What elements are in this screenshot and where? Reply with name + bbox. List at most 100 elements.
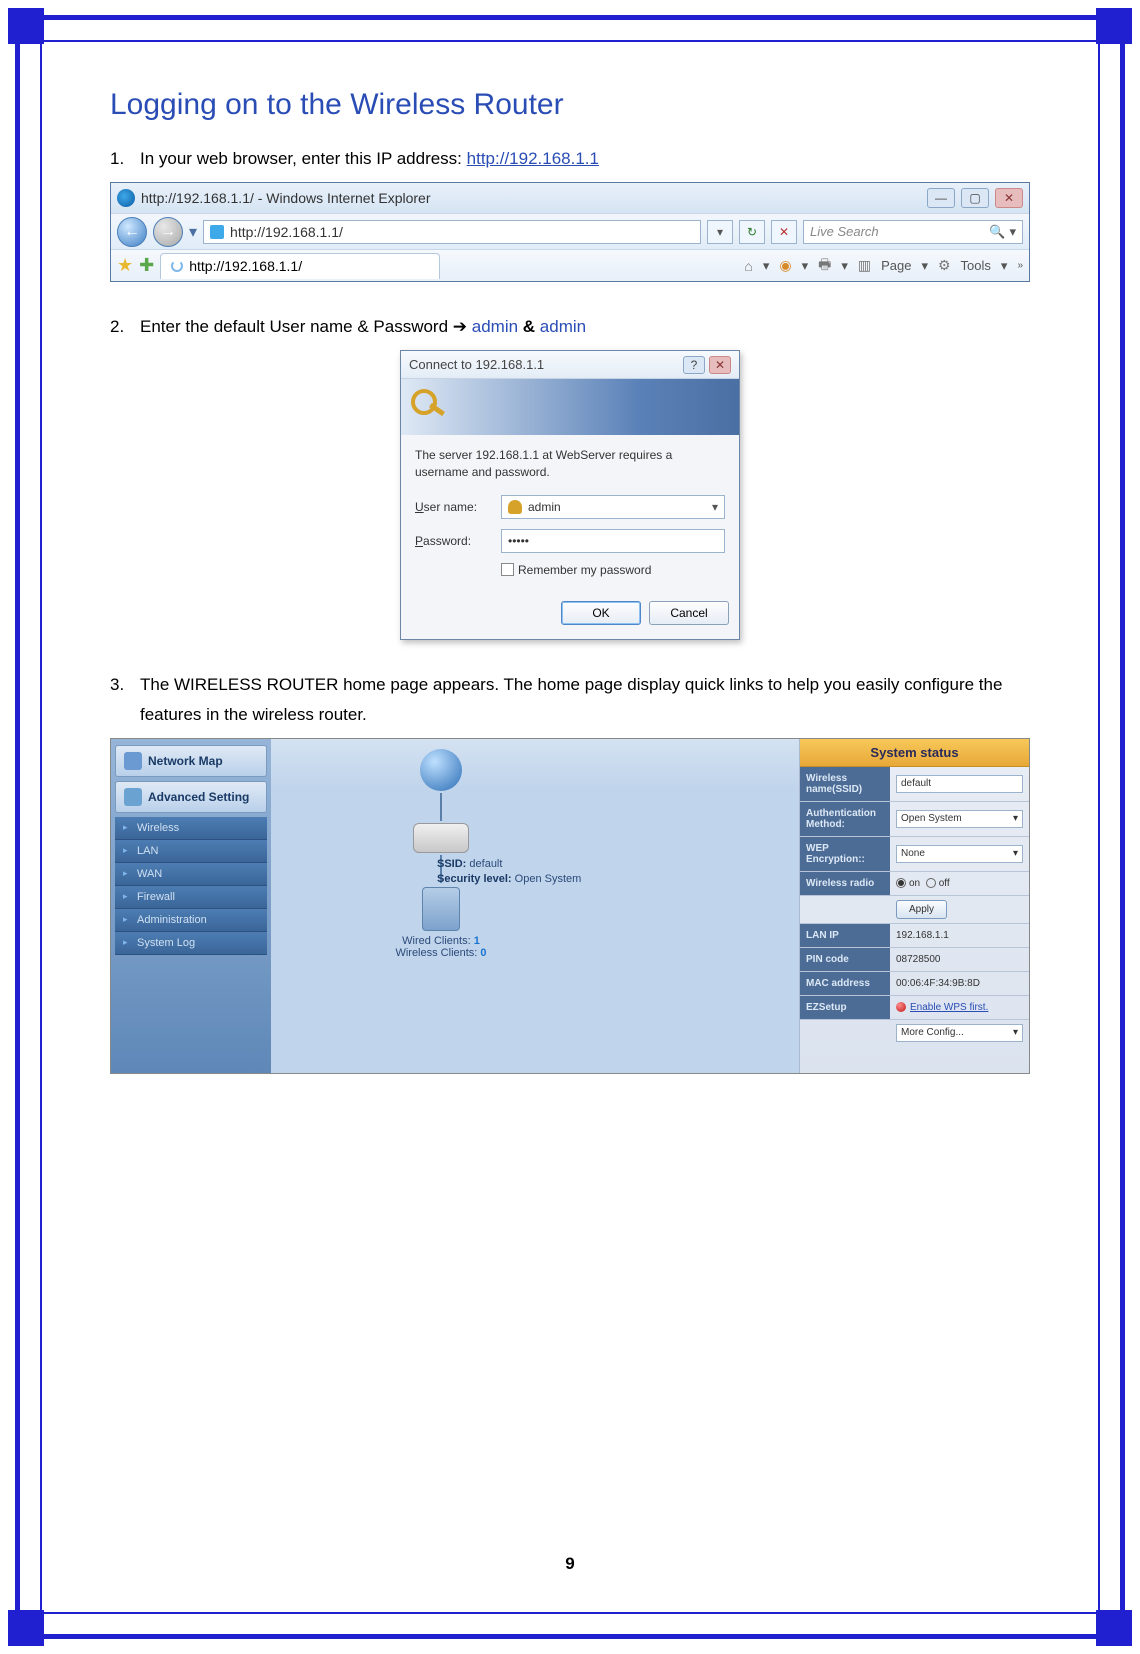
address-field[interactable]: http://192.168.1.1/ <box>203 220 701 244</box>
step-1-text-a: In your web browser, enter this IP addre… <box>140 149 467 168</box>
status-ssid-row: Wireless name(SSID) default <box>800 767 1029 802</box>
step-2-text-a: Enter the default User name & Password <box>140 317 453 336</box>
sidebar-item-lan[interactable]: LAN <box>115 840 267 863</box>
status-lan-row: LAN IP 192.168.1.1 <box>800 924 1029 948</box>
internet-node[interactable] <box>291 749 591 791</box>
system-status-panel: System status Wireless name(SSID) defaul… <box>799 739 1029 1073</box>
back-button[interactable]: ← <box>117 217 147 247</box>
status-wep-row: WEP Encryption:: None▾ <box>800 837 1029 872</box>
search-field[interactable]: Live Search 🔍 ▾ <box>803 220 1023 244</box>
step-2-number: 2. <box>110 312 140 342</box>
tools-menu[interactable]: Tools <box>961 258 991 273</box>
status-radio-row: Wireless radio on off <box>800 872 1029 896</box>
network-diagram: Wired Clients: 1 Wireless Clients: 0 <box>291 749 591 959</box>
wps-led-icon <box>896 1002 906 1012</box>
tools-icon[interactable]: ⚙ <box>938 257 951 274</box>
status-pin-label: PIN code <box>800 948 890 971</box>
step-1-link[interactable]: http://192.168.1.1 <box>467 149 599 168</box>
page-icon[interactable]: ▥ <box>858 257 871 274</box>
router-node[interactable] <box>291 823 591 853</box>
nav-dropdown-icon[interactable]: ▾ <box>189 222 197 242</box>
add-favorites-icon[interactable]: ✚ <box>139 255 154 276</box>
page-dd[interactable]: ▾ <box>921 258 928 274</box>
ie-title-text: http://192.168.1.1/ - Windows Internet E… <box>141 190 431 206</box>
forward-button[interactable]: → <box>153 217 183 247</box>
router-info-label: SSID: default Security level: Open Syste… <box>437 857 581 888</box>
status-lan-value: 192.168.1.1 <box>890 924 1029 947</box>
close-button[interactable]: ✕ <box>995 188 1023 208</box>
arrow-icon: ➔ <box>453 317 467 336</box>
status-ssid-input[interactable]: default <box>896 775 1023 793</box>
refresh-button[interactable]: ↻ <box>739 220 765 244</box>
remember-checkbox[interactable] <box>501 563 514 576</box>
ie-toolbar: ⌂ ▾ ◉ ▾ 🖶 ▾ ▥ Page ▾ ⚙ Tools ▾ » <box>744 254 1023 278</box>
radio-on[interactable] <box>896 878 906 888</box>
password-label: Password: <box>415 534 501 548</box>
radio-on-label: on <box>909 878 920 889</box>
sidebar-item-wireless[interactable]: Wireless <box>115 817 267 840</box>
step-2-amp: & <box>518 317 540 336</box>
home-dd[interactable]: ▾ <box>763 258 770 274</box>
step-3-text: The WIRELESS ROUTER home page appears. T… <box>140 670 1030 730</box>
dialog-body: The server 192.168.1.1 at WebServer requ… <box>401 435 739 601</box>
sidebar-network-map[interactable]: Network Map <box>115 745 267 777</box>
username-input[interactable]: admin ▾ <box>501 495 725 519</box>
search-icon[interactable]: 🔍 <box>989 224 1005 240</box>
print-icon[interactable]: 🖶 <box>818 254 831 278</box>
diagram-line-1 <box>440 793 442 821</box>
username-dropdown-icon[interactable]: ▾ <box>712 500 718 514</box>
status-wep-select[interactable]: None▾ <box>896 845 1023 863</box>
home-icon[interactable]: ⌂ <box>744 258 752 274</box>
status-radio-label: Wireless radio <box>800 872 890 895</box>
print-dd[interactable]: ▾ <box>841 258 848 274</box>
search-placeholder: Live Search <box>810 224 879 239</box>
status-ssid-label: Wireless name(SSID) <box>800 767 890 801</box>
radio-off[interactable] <box>926 878 936 888</box>
browser-tab[interactable]: http://192.168.1.1/ <box>160 253 440 279</box>
security-value: Open System <box>515 873 582 885</box>
cancel-button[interactable]: Cancel <box>649 601 729 625</box>
network-map-label: Network Map <box>148 754 223 768</box>
search-dropdown-icon[interactable]: ▾ <box>1009 224 1016 240</box>
feed-dd[interactable]: ▾ <box>802 258 809 274</box>
apply-button[interactable]: Apply <box>896 900 947 919</box>
dialog-close-button[interactable]: ✕ <box>709 356 731 374</box>
enable-wps-link[interactable]: Enable WPS first. <box>910 1002 988 1013</box>
dialog-help-button[interactable]: ? <box>683 356 705 374</box>
sidebar-item-system-log[interactable]: System Log <box>115 932 267 955</box>
step-2-username: admin <box>472 317 518 336</box>
sidebar-item-firewall[interactable]: Firewall <box>115 886 267 909</box>
sidebar-item-wan[interactable]: WAN <box>115 863 267 886</box>
username-value: admin <box>528 500 561 514</box>
more-config-select[interactable]: More Config...▾ <box>896 1024 1023 1042</box>
sidebar-item-administration[interactable]: Administration <box>115 909 267 932</box>
ok-button[interactable]: OK <box>561 601 641 625</box>
tab-text: http://192.168.1.1/ <box>189 258 302 274</box>
stop-button[interactable]: ✕ <box>771 220 797 244</box>
client-node[interactable] <box>291 887 591 931</box>
address-dropdown[interactable]: ▾ <box>707 220 733 244</box>
ie-tab-bar: ★ ✚ http://192.168.1.1/ ⌂ ▾ ◉ ▾ 🖶 ▾ ▥ Page ▾ … <box>111 249 1029 281</box>
toolbar-overflow[interactable]: » <box>1017 260 1023 271</box>
step-3-number: 3. <box>110 670 140 730</box>
status-ezsetup-row: EZSetup Enable WPS first. <box>800 996 1029 1020</box>
figure-router-home: Network Map Advanced Setting Wireless LA… <box>110 738 1030 1074</box>
password-input[interactable]: ••••• <box>501 529 725 553</box>
status-mac-value: 00:06:4F:34:9B:8D <box>890 972 1029 995</box>
status-auth-label: Authentication Method: <box>800 802 890 836</box>
router-icon <box>413 823 469 853</box>
minimize-button[interactable]: — <box>927 188 955 208</box>
maximize-button[interactable]: ▢ <box>961 188 989 208</box>
tools-dd[interactable]: ▾ <box>1001 258 1008 274</box>
status-mac-label: MAC address <box>800 972 890 995</box>
page-menu[interactable]: Page <box>881 258 911 273</box>
dialog-banner <box>401 379 739 435</box>
sidebar-advanced-setting[interactable]: Advanced Setting <box>115 781 267 813</box>
status-auth-select[interactable]: Open System▾ <box>896 810 1023 828</box>
feed-icon[interactable]: ◉ <box>779 257 791 274</box>
status-ezsetup-label: EZSetup <box>800 996 890 1019</box>
more-config-dd-icon: ▾ <box>1013 1027 1018 1038</box>
figure-auth-dialog: Connect to 192.168.1.1 ? ✕ The server 19… <box>110 350 1030 640</box>
ssid-value: default <box>469 858 502 870</box>
favorites-icon[interactable]: ★ <box>117 255 133 276</box>
